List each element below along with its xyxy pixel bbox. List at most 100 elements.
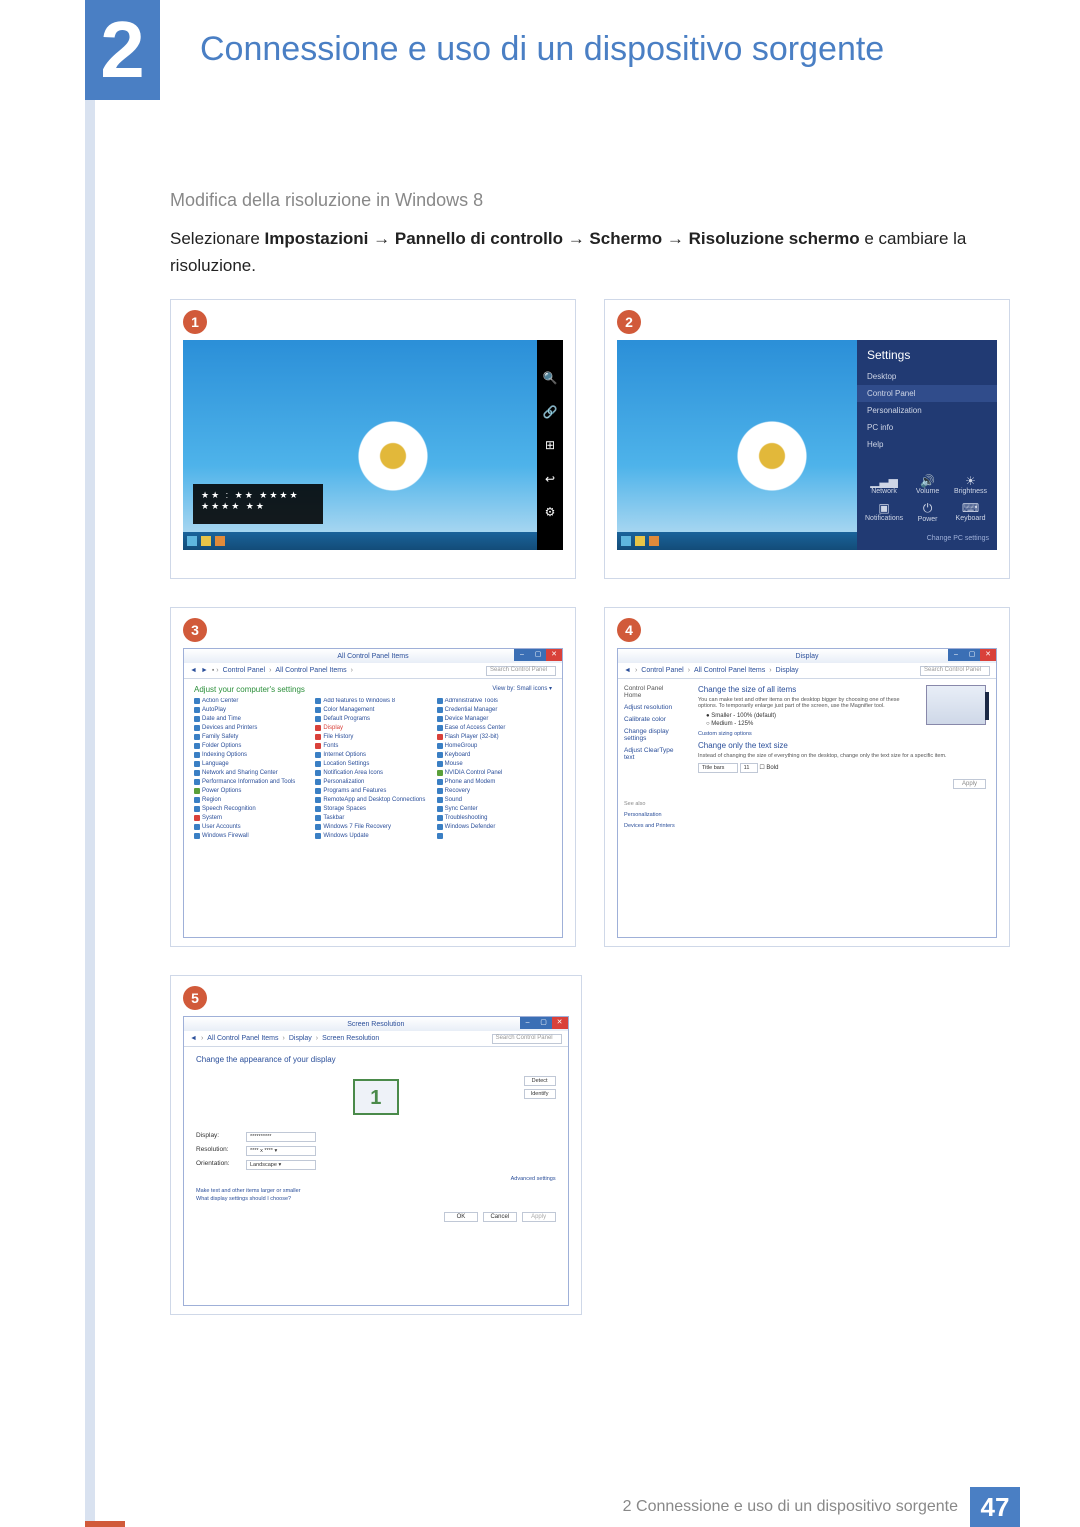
- control-panel-item[interactable]: Ease of Access Center: [437, 725, 552, 731]
- close-button[interactable]: ✕: [980, 649, 996, 661]
- control-panel-item[interactable]: Devices and Printers: [194, 725, 309, 731]
- apply-button[interactable]: Apply: [953, 779, 986, 789]
- control-panel-item[interactable]: Programs and Features: [315, 788, 430, 794]
- close-button[interactable]: ✕: [552, 1017, 568, 1029]
- settings-charm[interactable]: ⚙: [542, 504, 558, 520]
- control-panel-item[interactable]: Internet Options: [315, 752, 430, 758]
- bold-checkbox[interactable]: ☐ Bold: [759, 765, 778, 771]
- crumb[interactable]: Display: [776, 667, 799, 674]
- view-by-dropdown[interactable]: View by: Small icons ▾: [492, 685, 552, 694]
- crumb[interactable]: Control Panel: [641, 667, 683, 674]
- taskbar-explorer-icon[interactable]: [635, 536, 645, 546]
- maximize-button[interactable]: ▢: [530, 649, 546, 661]
- sidebar-link[interactable]: Change display settings: [624, 728, 682, 742]
- search-input[interactable]: Search Control Panel: [486, 666, 556, 676]
- control-panel-item[interactable]: Device Manager: [437, 716, 552, 722]
- control-panel-item[interactable]: Personalization: [315, 779, 430, 785]
- control-panel-item[interactable]: Date and Time: [194, 716, 309, 722]
- maximize-button[interactable]: ▢: [964, 649, 980, 661]
- crumb[interactable]: All Control Panel Items: [694, 667, 765, 674]
- control-panel-item[interactable]: Family Safety: [194, 734, 309, 740]
- control-panel-item[interactable]: Storage Spaces: [315, 806, 430, 812]
- taskbar-explorer-icon[interactable]: [201, 536, 211, 546]
- ok-button[interactable]: OK: [444, 1212, 478, 1222]
- detect-button[interactable]: Detect: [524, 1076, 556, 1086]
- control-panel-item[interactable]: System: [194, 815, 309, 821]
- taskbar-icon[interactable]: [215, 536, 225, 546]
- control-panel-item[interactable]: Taskbar: [315, 815, 430, 821]
- control-panel-item[interactable]: Region: [194, 797, 309, 803]
- control-panel-item[interactable]: Mouse: [437, 761, 552, 767]
- control-panel-item[interactable]: Recovery: [437, 788, 552, 794]
- settings-item[interactable]: Personalization: [857, 402, 997, 419]
- settings-item-control-panel[interactable]: Control Panel: [857, 385, 997, 402]
- control-panel-item[interactable]: Network and Sharing Center: [194, 770, 309, 776]
- minimize-button[interactable]: –: [520, 1017, 536, 1029]
- control-panel-item[interactable]: Speech Recognition: [194, 806, 309, 812]
- settings-quick-icon[interactable]: ▣Notifications: [865, 501, 903, 523]
- search-input[interactable]: Search Control Panel: [492, 1034, 562, 1044]
- search-input[interactable]: Search Control Panel: [920, 666, 990, 676]
- control-panel-item[interactable]: Notification Area Icons: [315, 770, 430, 776]
- settings-item[interactable]: Help: [857, 436, 997, 453]
- back-icon[interactable]: ◄: [190, 667, 197, 674]
- search-charm[interactable]: 🔍: [542, 370, 558, 386]
- settings-quick-icon[interactable]: ⏻Power: [909, 501, 946, 523]
- cancel-button[interactable]: Cancel: [483, 1212, 517, 1222]
- close-button[interactable]: ✕: [546, 649, 562, 661]
- sidebar-link[interactable]: Calibrate color: [624, 716, 682, 723]
- control-panel-item[interactable]: User Accounts: [194, 824, 309, 830]
- field-select[interactable]: **** x **** ▾: [246, 1146, 316, 1156]
- devices-charm[interactable]: ↩: [542, 471, 558, 487]
- control-panel-item[interactable]: Power Options: [194, 788, 309, 794]
- size-select[interactable]: 11: [740, 763, 758, 773]
- control-panel-item[interactable]: NVIDIA Control Panel: [437, 770, 552, 776]
- field-select[interactable]: Landscape ▾: [246, 1160, 316, 1170]
- display-help-link[interactable]: What display settings should I choose?: [196, 1196, 556, 1202]
- crumb[interactable]: All Control Panel Items: [207, 1035, 278, 1042]
- crumb[interactable]: All Control Panel Items: [275, 667, 346, 674]
- minimize-button[interactable]: –: [948, 649, 964, 661]
- field-select[interactable]: **********: [246, 1132, 316, 1142]
- control-panel-item[interactable]: Windows Update: [315, 833, 430, 839]
- change-pc-settings-link[interactable]: Change PC settings: [857, 531, 997, 550]
- back-icon[interactable]: ◄: [190, 1035, 197, 1042]
- taskbar-ie-icon[interactable]: [621, 536, 631, 546]
- start-charm[interactable]: ⊞: [542, 437, 558, 453]
- control-panel-item[interactable]: Color Management: [315, 707, 430, 713]
- taskbar[interactable]: [183, 532, 537, 550]
- control-panel-item[interactable]: [437, 833, 552, 839]
- control-panel-item[interactable]: Windows 7 File Recovery: [315, 824, 430, 830]
- control-panel-item[interactable]: AutoPlay: [194, 707, 309, 713]
- control-panel-item[interactable]: Sync Center: [437, 806, 552, 812]
- custom-sizing-link[interactable]: Custom sizing options: [698, 731, 986, 737]
- share-charm[interactable]: 🔗: [542, 404, 558, 420]
- advanced-settings-link[interactable]: Advanced settings: [196, 1176, 556, 1182]
- taskbar-ie-icon[interactable]: [187, 536, 197, 546]
- control-panel-item[interactable]: File History: [315, 734, 430, 740]
- control-panel-item[interactable]: HomeGroup: [437, 743, 552, 749]
- settings-quick-icon[interactable]: ☀Brightness: [952, 474, 989, 495]
- settings-quick-icon[interactable]: 🔊Volume: [909, 474, 946, 495]
- crumb[interactable]: Screen Resolution: [322, 1035, 379, 1042]
- control-panel-item[interactable]: Administrative Tools: [437, 698, 552, 704]
- control-panel-item[interactable]: RemoteApp and Desktop Connections: [315, 797, 430, 803]
- forward-icon[interactable]: ►: [201, 667, 208, 674]
- taskbar-icon[interactable]: [649, 536, 659, 546]
- item-select[interactable]: Title bars: [698, 763, 738, 773]
- sidebar-link[interactable]: Adjust ClearType text: [624, 747, 682, 761]
- settings-quick-icon[interactable]: ▁▃▅Network: [865, 474, 903, 495]
- minimize-button[interactable]: –: [514, 649, 530, 661]
- control-panel-item[interactable]: Windows Firewall: [194, 833, 309, 839]
- apply-button[interactable]: Apply: [522, 1212, 556, 1222]
- settings-item[interactable]: Desktop: [857, 368, 997, 385]
- see-also-link[interactable]: Devices and Printers: [624, 823, 682, 829]
- control-panel-item[interactable]: Keyboard: [437, 752, 552, 758]
- control-panel-item[interactable]: Add features to Windows 8: [315, 698, 430, 704]
- control-panel-item[interactable]: Display: [315, 725, 430, 731]
- control-panel-item[interactable]: Credential Manager: [437, 707, 552, 713]
- control-panel-item[interactable]: Troubleshooting: [437, 815, 552, 821]
- control-panel-item[interactable]: Flash Player (32-bit): [437, 734, 552, 740]
- control-panel-item[interactable]: Indexing Options: [194, 752, 309, 758]
- crumb[interactable]: Control Panel: [223, 667, 265, 674]
